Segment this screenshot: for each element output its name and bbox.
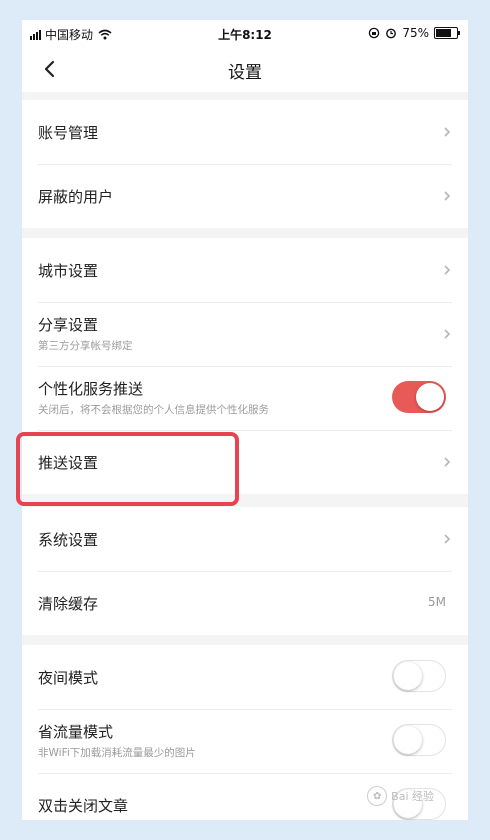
cache-size: 5M — [428, 595, 446, 609]
settings-screen: 中国移动 上午8:12 75% 设置 账号管理 屏蔽的用户 城市设置 分享设置 … — [22, 20, 468, 820]
setting-label: 系统设置 — [38, 531, 99, 549]
setting-clear-cache[interactable]: 清除缓存 5M — [22, 571, 468, 635]
alarm-icon — [386, 28, 397, 39]
setting-data-saver: 省流量模式 非WiFi下加载消耗流量最少的图片 — [22, 709, 468, 773]
rotation-lock-icon — [369, 27, 380, 39]
setting-description: 第三方分享帐号绑定 — [38, 340, 133, 352]
settings-group-account: 账号管理 屏蔽的用户 — [22, 100, 468, 228]
setting-description: 关闭后，将不会根据您的个人信息提供个性化服务 — [38, 404, 269, 416]
setting-label: 清除缓存 — [38, 595, 99, 613]
chevron-right-icon — [444, 329, 451, 339]
paw-icon: ✿ — [367, 786, 388, 806]
watermark-text: Bai 经验 — [391, 790, 434, 803]
watermark: ✿ Bai 经验 — [367, 786, 434, 806]
chevron-right-icon — [444, 191, 451, 201]
battery-percent: 75% — [402, 26, 429, 40]
chevron-right-icon — [444, 265, 451, 275]
chevron-right-icon — [444, 534, 451, 544]
status-bar: 中国移动 上午8:12 75% — [22, 20, 468, 46]
setting-label: 夜间模式 — [38, 669, 99, 687]
setting-label: 账号管理 — [38, 124, 99, 142]
setting-label: 省流量模式 — [38, 723, 114, 741]
setting-blocked-users[interactable]: 屏蔽的用户 — [22, 164, 468, 228]
setting-label: 双击关闭文章 — [38, 797, 129, 815]
nav-bar: 设置 — [22, 46, 468, 92]
setting-share[interactable]: 分享设置 第三方分享帐号绑定 — [22, 302, 468, 366]
highlight-box — [16, 432, 239, 506]
setting-description: 非WiFi下加载消耗流量最少的图片 — [38, 747, 196, 759]
setting-label: 屏蔽的用户 — [38, 188, 114, 206]
chevron-right-icon — [444, 457, 451, 467]
settings-group-system: 系统设置 清除缓存 5M — [22, 507, 468, 635]
page-title: 设置 — [228, 63, 262, 83]
setting-label: 个性化服务推送 — [38, 380, 144, 398]
setting-account-management[interactable]: 账号管理 — [22, 100, 468, 164]
setting-label: 城市设置 — [38, 262, 99, 280]
chevron-right-icon — [444, 127, 451, 137]
battery-icon — [434, 27, 460, 39]
setting-city[interactable]: 城市设置 — [22, 238, 468, 302]
data-saver-toggle[interactable] — [392, 724, 446, 756]
setting-system[interactable]: 系统设置 — [22, 507, 468, 571]
night-mode-toggle[interactable] — [392, 660, 446, 692]
setting-label: 分享设置 — [38, 316, 99, 334]
personalized-push-toggle[interactable] — [392, 381, 446, 413]
setting-night-mode: 夜间模式 — [22, 645, 468, 709]
setting-personalized-push: 个性化服务推送 关闭后，将不会根据您的个人信息提供个性化服务 — [22, 366, 468, 430]
